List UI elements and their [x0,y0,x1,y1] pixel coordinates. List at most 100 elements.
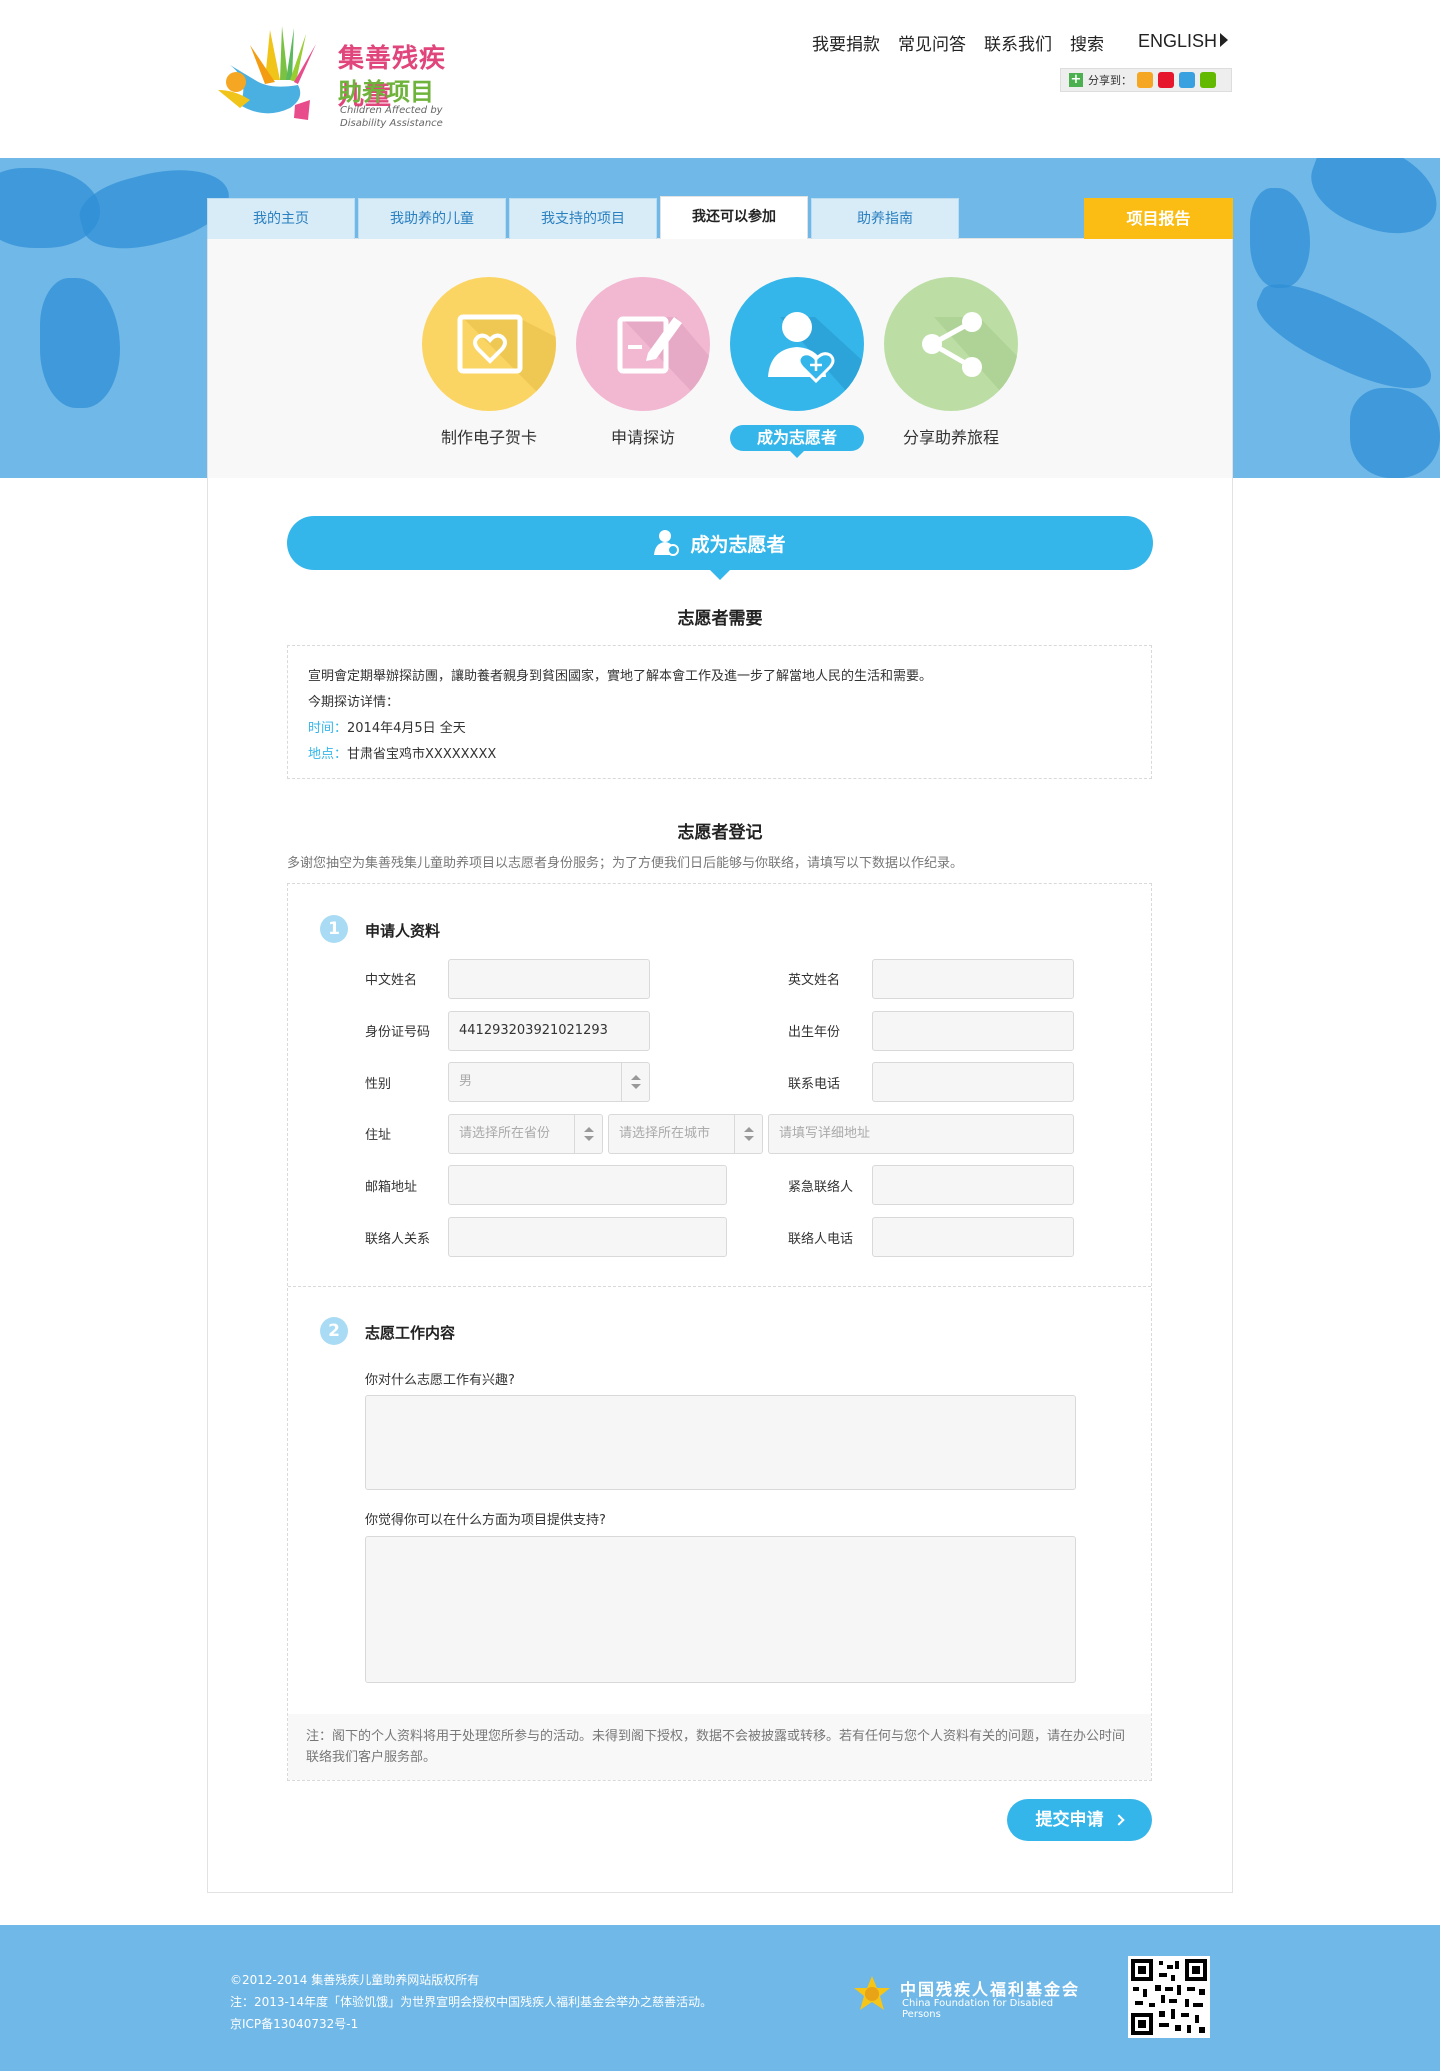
relation-input[interactable] [448,1217,727,1257]
place-value: 甘肃省宝鸡市XXXXXXXX [347,747,497,762]
visit-circle [576,277,710,411]
wechat-icon[interactable] [1200,72,1216,88]
language-label: ENGLISH [1138,31,1218,51]
select-arrows-icon [734,1115,762,1153]
share-bar: + 分享到： [1060,68,1232,92]
site-logo[interactable]: 集善残疾儿童 助养项目 Children Affected by Disabil… [210,20,455,135]
volunteer-icon [654,530,680,556]
volunteer-person-icon [768,312,864,411]
need-detail-label: 今期探访详情： [308,695,400,710]
emergency-contact-input[interactable] [872,1165,1074,1205]
tab-can-join[interactable]: 我还可以参加 [660,196,808,239]
register-description: 多谢您抽空为集善残集儿童助养项目以志愿者身份服务；为了方便我们日后能够与你联络，… [287,856,964,871]
privacy-note: 注：阁下的个人资料将用于处理您所参与的活动。未得到阁下授权，数据不会被披露或转移… [288,1714,1151,1780]
foundation-logo[interactable]: 中国残疾人福利基金会 China Foundation for Disabled… [852,1974,1092,2020]
phone-input[interactable] [872,1062,1074,1102]
time-key: 时间： [308,721,348,736]
need-description: 宣明會定期舉辦探訪團，讓助養者親身到貧困國家，實地了解本會工作及進一步了解當地人… [308,669,933,684]
submit-button[interactable]: 提交申请 [1007,1799,1152,1841]
action-label-volunteer: 成为志愿者 [730,425,864,458]
tab-project-report[interactable]: 项目报告 [1084,198,1233,239]
label-contact-phone: 联络人电话 [788,1232,854,1247]
action-share[interactable]: 分享助养旅程 [884,277,1018,451]
footer-note: 注：2013-14年度「体验饥饿」为世界宣明会授权中国残疾人福利基金会举办之慈善… [230,1995,713,2009]
tab-supported-projects[interactable]: 我支持的项目 [509,198,657,239]
city-select[interactable]: 请选择所在城市 [608,1114,763,1154]
label-cn-name: 中文姓名 [365,973,418,988]
nav-contact[interactable]: 联系我们 [984,30,1052,55]
tencent-weibo-icon[interactable] [1179,72,1195,88]
action-ecard[interactable]: 制作电子贺卡 [422,277,556,451]
ecard-circle [422,277,556,411]
birth-year-input[interactable] [872,1011,1074,1051]
province-placeholder: 请选择所在省份 [459,1126,551,1141]
footer-copyright: ©2012-2014 集善残疾儿童助养网站版权所有 [230,1973,480,1987]
province-select[interactable]: 请选择所在省份 [448,1114,603,1154]
tab-guide[interactable]: 助养指南 [811,198,959,239]
select-arrows-icon [621,1063,649,1101]
tab-bar: 我的主页 我助养的儿童 我支持的项目 我还可以参加 助养指南 项目报告 [207,196,1233,239]
label-id-no: 身份证号码 [365,1025,431,1040]
action-label-ecard: 制作电子贺卡 [440,428,537,447]
action-label-visit: 申请探访 [610,428,675,447]
foundation-name-cn: 中国残疾人福利基金会 [900,1980,1081,1999]
need-title: 志愿者需要 [677,609,763,629]
address-detail-input[interactable]: 请填写详细地址 [768,1114,1074,1154]
gender-select[interactable]: 男 [448,1062,650,1102]
foundation-name-en: China Foundation for Disabled Persons [902,1998,1054,2020]
contact-phone-input[interactable] [872,1217,1074,1257]
question-interest: 你对什么志愿工作有兴趣? [365,1373,515,1388]
label-birth: 出生年份 [788,1025,841,1040]
gender-value: 男 [459,1074,473,1089]
need-time: 时间：2014年4月5日 全天 [308,716,1131,742]
label-address: 住址 [365,1128,392,1143]
tab-home[interactable]: 我的主页 [207,198,355,239]
submit-label: 提交申请 [1035,1810,1104,1830]
site-footer: ©2012-2014 集善残疾儿童助养网站版权所有 注：2013-14年度「体验… [0,1925,1440,2071]
label-emergency: 紧急联络人 [788,1180,854,1195]
label-gender: 性别 [365,1077,392,1092]
top-nav: 我要捐款 常见问答 联系我们 搜索 [812,30,1104,55]
form-divider [288,1286,1151,1287]
nav-search[interactable]: 搜索 [1070,30,1104,55]
action-visit[interactable]: 申请探访 [576,277,710,451]
chevron-right-icon [1113,1814,1126,1826]
share-label: 分享到： [1088,74,1132,87]
label-email: 邮箱地址 [365,1180,418,1195]
dove-logo-icon [218,26,316,120]
nav-faq[interactable]: 常见问答 [898,30,966,55]
foundation-emblem-icon [854,1976,890,2010]
time-value: 2014年4月5日 全天 [347,721,466,736]
step-1-badge: 1 [320,915,348,943]
qr-code [1128,1956,1210,2038]
share-circle [884,277,1018,411]
cn-name-input[interactable] [448,959,650,999]
language-switch[interactable]: ENGLISH [1138,31,1229,52]
email-input[interactable] [448,1165,727,1205]
action-label-share: 分享助养旅程 [902,428,999,447]
logo-title-line2: 助养项目 [338,78,434,106]
register-title: 志愿者登记 [677,823,763,843]
tab-sponsored-children[interactable]: 我助养的儿童 [358,198,506,239]
action-volunteer[interactable]: 成为志愿者 [730,277,864,458]
step-1-title: 申请人资料 [365,922,441,940]
footer-text: ©2012-2014 集善残疾儿童助养网站版权所有 注：2013-14年度「体验… [230,1969,712,2035]
id-no-input[interactable]: 441293203921021293 [448,1011,650,1051]
section-header: 成为志愿者 [287,516,1153,580]
label-phone: 联系电话 [788,1077,841,1092]
interest-textarea[interactable] [365,1395,1076,1490]
select-arrows-icon [574,1115,602,1153]
qzone-icon[interactable] [1137,72,1153,88]
share-plus-icon[interactable]: + [1069,73,1083,87]
logo-english: Children Affected by Disability Assistan… [340,105,443,129]
question-support: 你觉得你可以在什么方面为项目提供支持? [365,1513,606,1528]
need-place: 地点：甘肃省宝鸡市XXXXXXXX [308,742,1131,768]
weibo-icon[interactable] [1158,72,1174,88]
footer-icp[interactable]: 京ICP备13040732号-1 [230,2013,712,2035]
support-textarea[interactable] [365,1536,1076,1683]
city-placeholder: 请选择所在城市 [619,1126,711,1141]
en-name-input[interactable] [872,959,1074,999]
nav-donate[interactable]: 我要捐款 [812,30,880,55]
share-nodes-icon [922,312,1018,411]
triangle-right-icon [1220,33,1229,47]
